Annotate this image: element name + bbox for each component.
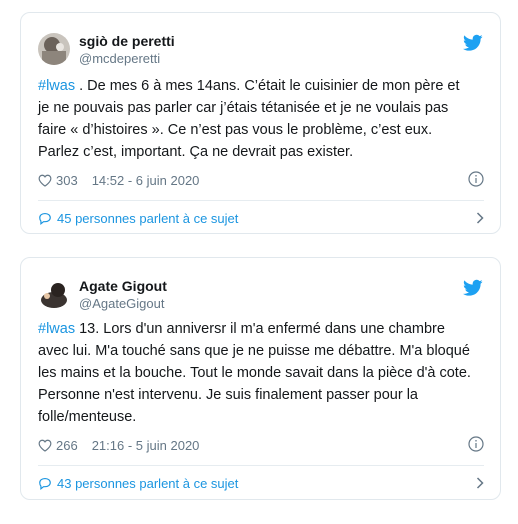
tweet-line: Personne n'est intervenu. Je suis finale… xyxy=(38,387,418,403)
tweet-line: #lwas 13. Lors d'un anniversr il m'a enf… xyxy=(38,321,445,337)
tweet-line: folle/menteuse. xyxy=(38,409,137,425)
hashtag-link[interactable]: #lwas xyxy=(38,78,75,94)
reply-bubble-icon xyxy=(39,212,51,225)
chevron-right-icon[interactable] xyxy=(476,477,484,489)
conversation-label[interactable]: 43 personnes parlent à ce sujet xyxy=(57,476,238,491)
conversation-link[interactable]: 43 personnes parlent à ce sujet xyxy=(38,474,484,492)
divider xyxy=(38,465,484,466)
chevron-right-icon[interactable] xyxy=(476,212,484,224)
heart-icon[interactable] xyxy=(38,439,52,452)
tweet-header: sgiò de peretti @mcdeperetti xyxy=(21,13,500,67)
like-count[interactable]: 303 xyxy=(56,173,78,188)
tweet-text: #lwas . De mes 6 à mes 14ans. C’était le… xyxy=(38,75,484,163)
info-icon[interactable] xyxy=(468,171,484,187)
tweet-card[interactable]: sgiò de peretti @mcdeperetti #lwas . De … xyxy=(20,12,501,234)
author-handle[interactable]: @AgateGigout xyxy=(79,296,164,311)
reply-bubble-icon xyxy=(39,477,51,490)
tweet-text: #lwas 13. Lors d'un anniversr il m'a enf… xyxy=(38,318,484,428)
heart-icon[interactable] xyxy=(38,174,52,187)
timestamp[interactable]: 21:16 - 5 juin 2020 xyxy=(92,438,200,453)
conversation-label[interactable]: 45 personnes parlent à ce sujet xyxy=(57,211,238,226)
tweet-line: avec lui. M'a touché sans que je ne puis… xyxy=(38,343,470,359)
avatar[interactable] xyxy=(38,278,70,310)
twitter-bird-icon[interactable] xyxy=(463,279,483,297)
tweet-header: Agate Gigout @AgateGigout xyxy=(21,258,500,312)
tweet-meta: 303 14:52 - 6 juin 2020 xyxy=(38,171,484,189)
info-icon[interactable] xyxy=(468,436,484,452)
timestamp[interactable]: 14:52 - 6 juin 2020 xyxy=(92,173,200,188)
avatar[interactable] xyxy=(38,33,70,65)
like-count[interactable]: 266 xyxy=(56,438,78,453)
tweet-line: #lwas . De mes 6 à mes 14ans. C’était le… xyxy=(38,78,460,94)
author-name[interactable]: sgiò de peretti xyxy=(79,33,175,49)
twitter-bird-icon[interactable] xyxy=(463,34,483,52)
tweet-line: faire « d’histoires ». Ce n’est pas vous… xyxy=(38,122,433,138)
hashtag-link[interactable]: #lwas xyxy=(38,321,75,337)
tweet-meta: 266 21:16 - 5 juin 2020 xyxy=(38,436,484,454)
author-name[interactable]: Agate Gigout xyxy=(79,278,167,294)
tweet-card[interactable]: Agate Gigout @AgateGigout #lwas 13. Lors… xyxy=(20,257,501,500)
tweet-line: les mains et la bouche. Tout le monde sa… xyxy=(38,365,471,381)
divider xyxy=(38,200,484,201)
conversation-link[interactable]: 45 personnes parlent à ce sujet xyxy=(38,209,484,227)
author-handle[interactable]: @mcdeperetti xyxy=(79,51,160,66)
tweet-line: Parlez c’est, important. Ça ne devrait p… xyxy=(38,144,354,160)
tweet-line: je ne pouvais pas parler car j’étais tét… xyxy=(38,100,449,116)
